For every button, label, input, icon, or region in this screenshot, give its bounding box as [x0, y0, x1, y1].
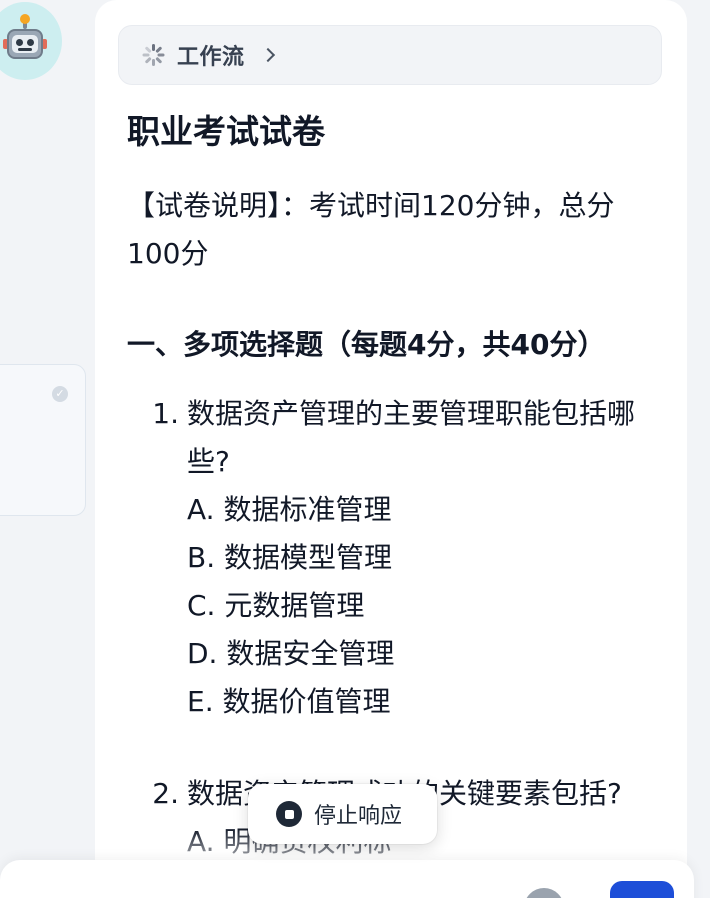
stop-response-label: 停止响应 [314, 804, 403, 829]
option-item: C. 元数据管理 [187, 589, 365, 622]
message-input-bar[interactable] [0, 860, 694, 898]
document-description: 【试卷说明】：考试时间120分钟，总分100分 [127, 189, 615, 270]
check-circle-icon: ✓ [52, 386, 68, 402]
option-item: E. 数据价值管理 [187, 685, 391, 718]
option-item: A. 数据标准管理 [187, 493, 392, 526]
question-item: 1. 数据资产管理的主要管理职能包括哪些? A. 数据标准管理 B. 数据模型管… [127, 390, 657, 726]
stop-icon [276, 801, 302, 827]
chevron-right-icon [260, 47, 275, 63]
robot-icon [3, 14, 47, 63]
section-title: 一、多项选择题（每题4分，共40分） [127, 328, 606, 361]
document-title: 职业考试试卷 [127, 112, 325, 151]
workflow-label: 工作流 [177, 45, 245, 70]
option-item: D. 数据安全管理 [187, 637, 395, 670]
question-number: 2. [152, 777, 179, 810]
question-text: 数据资产管理的主要管理职能包括哪些? [187, 397, 636, 478]
previous-message-card[interactable] [0, 364, 86, 516]
assistant-avatar [0, 2, 62, 80]
send-button[interactable] [610, 881, 674, 898]
option-item: B. 数据模型管理 [187, 541, 393, 574]
loading-spinner-icon [141, 43, 165, 67]
stop-response-button[interactable]: 停止响应 [248, 784, 437, 844]
question-number: 1. [152, 397, 179, 430]
option-list: A. 数据标准管理 B. 数据模型管理 C. 元数据管理 D. 数据安全管理 E… [187, 486, 657, 726]
assistant-message-card: 工作流 职业考试试卷 【试卷说明】：考试时间120分钟，总分100分 一、多项选… [95, 0, 687, 898]
chat-window: ✓ 工作流 职业考试试卷 【试卷说明】：考试时间120分钟，总分100分 一、多… [0, 0, 710, 898]
workflow-toggle[interactable]: 工作流 [118, 25, 662, 85]
exam-document: 职业考试试卷 【试卷说明】：考试时间120分钟，总分100分 一、多项选择题（每… [127, 108, 657, 898]
